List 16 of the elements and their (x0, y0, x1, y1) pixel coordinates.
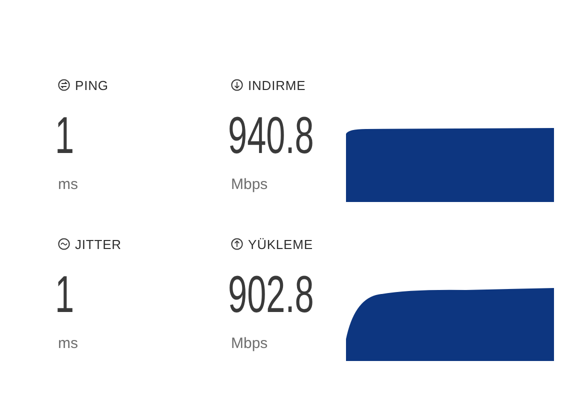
metric-unit: ms (58, 335, 78, 352)
metric-unit: Mbps (231, 335, 268, 352)
metric-unit: Mbps (231, 176, 268, 193)
metric-unit: ms (58, 176, 78, 193)
metric-label: YÜKLEME (248, 236, 313, 252)
swap-arrows-icon (58, 79, 70, 91)
metric-label: JITTER (75, 236, 122, 252)
metric-label: PING (75, 78, 108, 92)
metric-label: INDIRME (248, 78, 306, 92)
metric-value: 1 (55, 106, 74, 166)
metric-value: 902.8 (228, 265, 314, 325)
metric-value: 940.8 (228, 106, 314, 166)
wave-icon (58, 238, 70, 250)
metric-value: 1 (55, 265, 74, 325)
down-arrow-icon (231, 79, 243, 91)
up-arrow-icon (231, 238, 243, 250)
